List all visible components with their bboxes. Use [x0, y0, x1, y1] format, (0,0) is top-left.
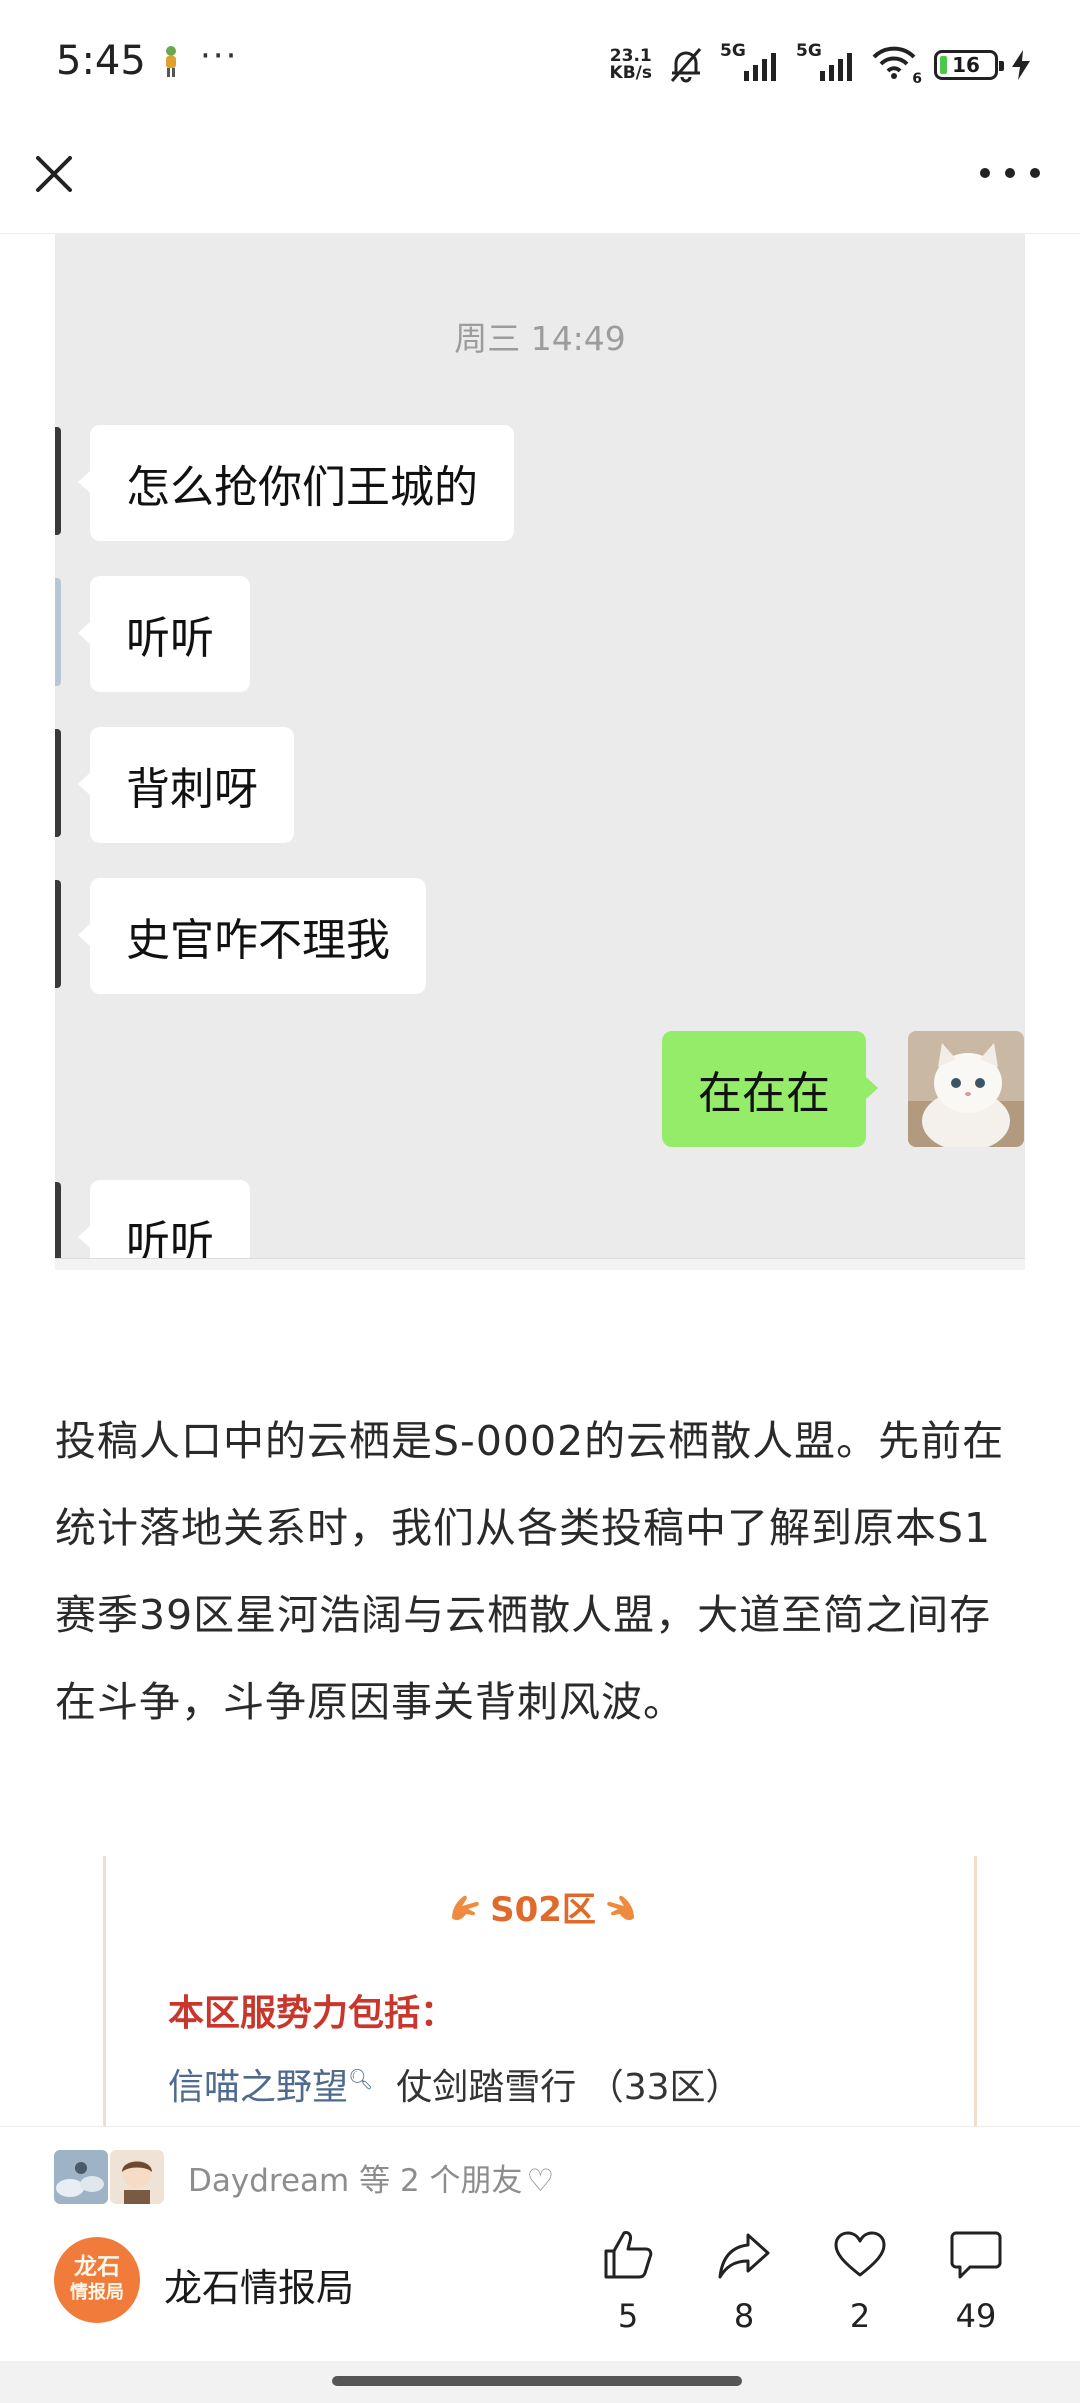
chat-timestamp: 周三 14:49	[454, 319, 626, 358]
region-title: S02区	[106, 1882, 974, 1931]
contact-avatar	[55, 578, 61, 686]
chat-bubble: 背刺呀	[78, 727, 294, 843]
friend-avatar	[54, 2150, 108, 2204]
close-icon[interactable]	[30, 150, 78, 198]
sim1-network-label: 5G	[720, 41, 746, 61]
share-button[interactable]: 8	[704, 2227, 784, 2357]
signal-icon-2: 5G	[796, 41, 858, 85]
chat-bubble: 史官咋不理我	[78, 878, 426, 994]
battery-level: 16	[952, 53, 980, 77]
chat-message-text: 背刺呀	[126, 764, 258, 815]
heart-outline-icon: ♡	[526, 2162, 555, 2199]
wifi-icon: 6	[872, 45, 922, 87]
chat-input-edge	[55, 1258, 1025, 1270]
chat-message-text: 听听	[126, 613, 214, 664]
hand-right-icon	[607, 1895, 634, 1920]
account-logo[interactable]: 龙石 情报局	[54, 2237, 140, 2323]
friend-avatar	[110, 2150, 164, 2204]
chat-bubble-mine: 在在在	[662, 1031, 878, 1147]
contact-avatar	[55, 427, 61, 535]
region-subtitle: 本区服势力包括：	[168, 1993, 457, 2034]
favorite-button[interactable]: 2	[820, 2227, 900, 2357]
contact-avatar	[55, 729, 61, 837]
friends-liked-text: Daydream 等 2 个朋友 ♡	[188, 2155, 554, 2200]
network-speed: 23.1 KB/s	[610, 48, 652, 82]
chat-bubble: 听听	[78, 1180, 250, 1270]
status-icons: 23.1 KB/s 5G 5G 6 16	[610, 40, 1030, 90]
like-button[interactable]: 5	[588, 2227, 668, 2357]
favorite-count: 2	[849, 2297, 871, 2335]
share-count: 8	[733, 2297, 755, 2335]
network-speed-unit: KB/s	[609, 63, 652, 83]
top-nav	[0, 128, 1080, 234]
chat-message-text: 史官咋不理我	[126, 915, 390, 966]
friends-liked-row[interactable]: Daydream 等 2 个朋友 ♡	[54, 2147, 554, 2207]
app-notification-icon	[166, 46, 176, 77]
wifi-label: 6	[912, 71, 922, 87]
comment-count: 49	[955, 2297, 997, 2335]
contact-avatar	[55, 880, 61, 988]
home-indicator[interactable]	[332, 2376, 742, 2386]
region-title-text: S02区	[490, 1890, 596, 1930]
thumbs-up-icon	[604, 2231, 653, 2279]
more-icon[interactable]	[980, 158, 1040, 188]
search-icon: 🔍︎	[348, 2067, 374, 2091]
status-more-indicator: ···	[200, 36, 239, 76]
status-bar: 5:45 ··· 23.1 KB/s 5G 5G 6 16	[0, 0, 1080, 128]
chat-message-text: 怎么抢你们王城的	[126, 462, 478, 513]
account-logo-line2: 情报局	[70, 2282, 124, 2303]
faction-link-text: 信喵之野望	[168, 2067, 349, 2108]
account-name[interactable]: 龙石情报局	[164, 2257, 354, 2312]
heart-icon	[834, 2231, 886, 2277]
chat-bubble: 怎么抢你们王城的	[78, 425, 514, 541]
friends-count-text: 等 2 个朋友	[349, 2162, 523, 2199]
article-paragraph: 投稿人口中的云栖是S-0002的云栖散人盟。先前在统计落地关系时，我们从各类投稿…	[55, 1417, 1005, 1726]
faction-link[interactable]: 信喵之野望🔍︎	[168, 2067, 373, 2108]
charging-icon	[1012, 50, 1030, 80]
cat-avatar	[908, 1031, 1024, 1147]
signal-icon: 5G	[720, 41, 782, 85]
contact-avatar	[55, 1182, 61, 1270]
share-arrow-icon	[718, 2233, 770, 2279]
faction-rest-text: 仗剑踏雪行 （33区）	[373, 2067, 742, 2108]
comment-button[interactable]: 49	[936, 2227, 1016, 2357]
like-count: 5	[617, 2297, 639, 2335]
comment-bubble-icon	[950, 2231, 1002, 2279]
sim2-network-label: 5G	[796, 41, 822, 61]
chat-message-text: 在在在	[698, 1068, 830, 1119]
chat-screenshot-image: 周三 14:49 怎么抢你们王城的 听听 背刺呀 史官咋不理我 在在在 听听	[55, 234, 1025, 1270]
status-time: 5:45	[56, 38, 146, 84]
chat-bubble: 听听	[78, 576, 250, 692]
region-card: S02区 本区服势力包括： 信喵之野望🔍︎ 仗剑踏雪行 （33区）	[103, 1856, 977, 2126]
mute-bell-icon	[670, 48, 702, 83]
hand-left-icon	[452, 1895, 479, 1920]
bottom-action-bar: Daydream 等 2 个朋友 ♡ 龙石 情报局 龙石情报局 5 8 2 49	[0, 2126, 1080, 2361]
battery-icon: 16	[934, 50, 1004, 80]
region-faction-line: 信喵之野望🔍︎ 仗剑踏雪行 （33区）	[168, 2058, 742, 2110]
account-logo-line1: 龙石	[74, 2254, 120, 2280]
friend-name: Daydream	[188, 2162, 350, 2199]
